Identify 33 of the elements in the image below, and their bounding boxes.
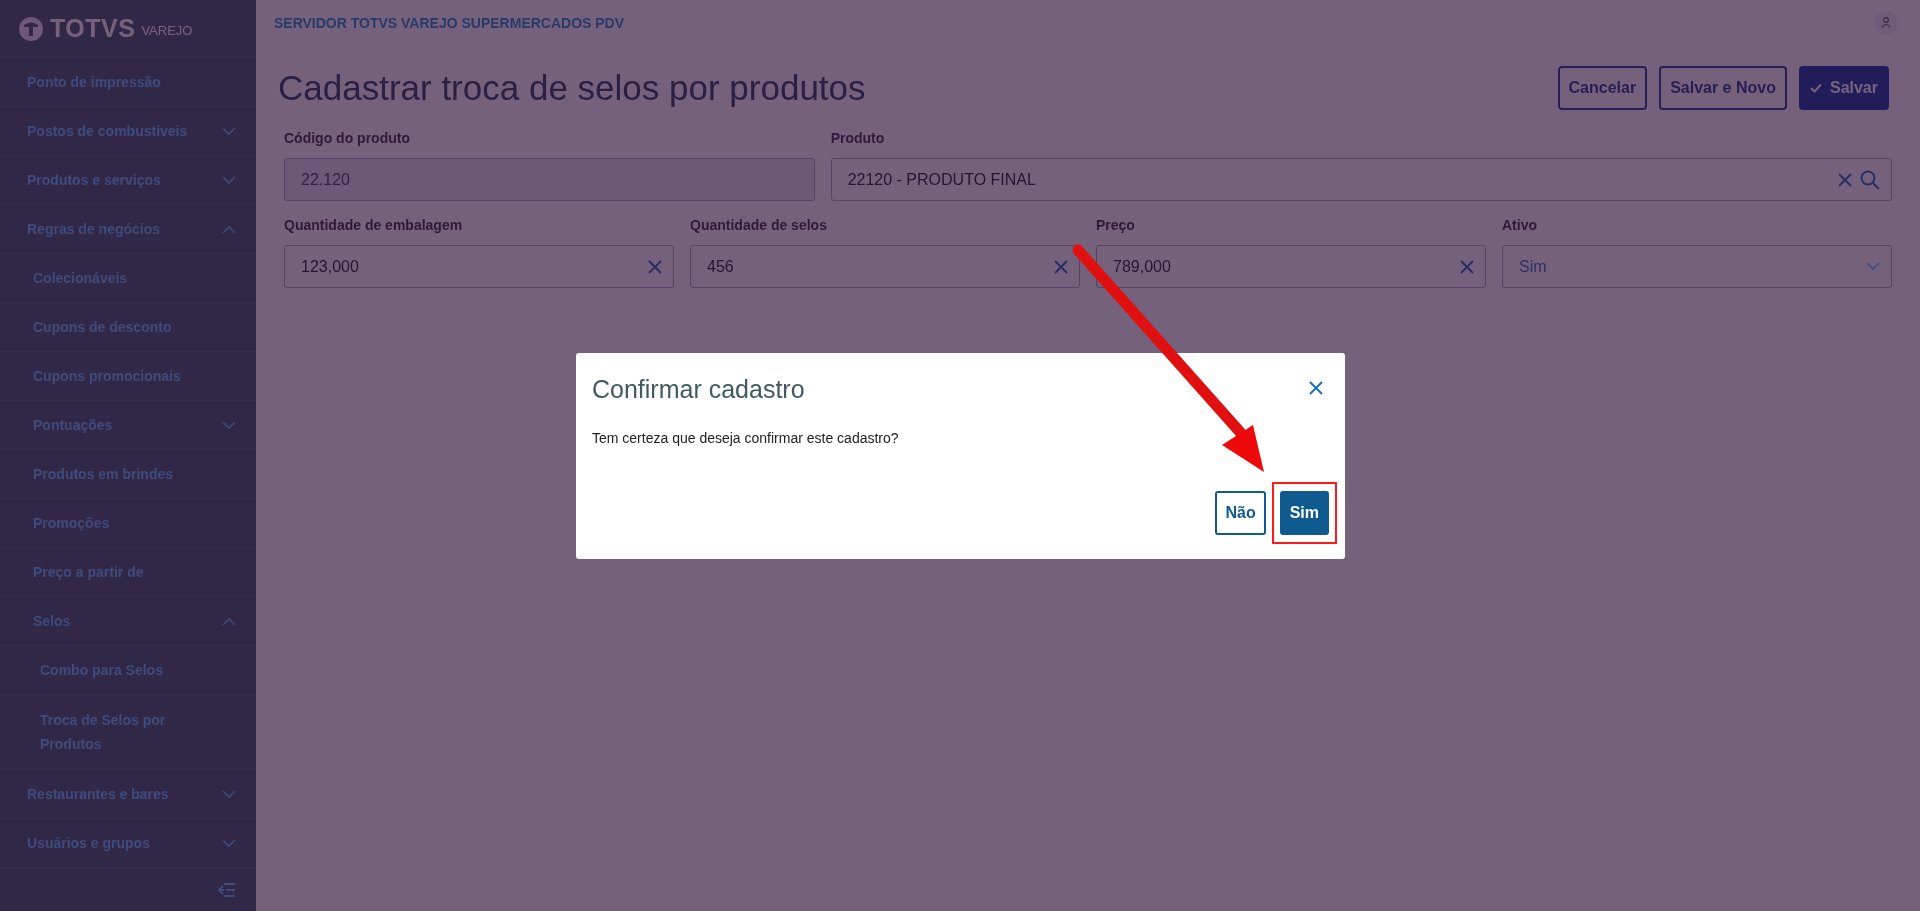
clear-icon[interactable] [1460, 259, 1474, 274]
dialog-message: Tem certeza que deseja confirmar este cadastro? [592, 430, 900, 446]
search-icon[interactable] [1860, 169, 1880, 190]
field-label: Código do produto [284, 130, 411, 146]
check-icon [1809, 82, 1822, 93]
input-field[interactable]: 456 [690, 245, 1080, 288]
dialog-title: Confirmar cadastro [592, 375, 805, 404]
input-field[interactable]: 789,000 [1096, 245, 1486, 288]
page-title: Cadastrar troca de selos por produtos [278, 67, 866, 108]
logo-icon [18, 15, 44, 42]
collapse-menu-icon[interactable] [218, 883, 236, 898]
action-button[interactable]: Cancelar [1557, 65, 1648, 110]
field-label: Produto [830, 130, 886, 146]
clear-icon[interactable] [648, 259, 662, 274]
logo-subtitle: VAREJO [141, 23, 193, 39]
server-name: SERVIDOR TOTVS VAREJO SUPERMERCADOS PDV [274, 14, 625, 31]
close-icon[interactable] [1309, 380, 1323, 395]
select-field[interactable]: Sim [1502, 245, 1892, 288]
input-field[interactable]: 123,000 [284, 245, 674, 288]
action-button[interactable]: Salvar e Novo [1659, 65, 1787, 110]
field-label: Preço [1096, 217, 1136, 233]
dialog-button[interactable]: Não [1215, 491, 1266, 535]
input-field[interactable]: 22120 - PRODUTO FINAL [830, 158, 1892, 201]
save-button[interactable]: Salvar [1798, 65, 1889, 110]
logo-text: TOTVS [50, 14, 136, 44]
clear-icon[interactable] [1054, 259, 1068, 274]
chevron-icon [1866, 262, 1880, 271]
field-label: Quantidade de embalagem [284, 217, 464, 233]
field-label: Ativo [1502, 217, 1538, 233]
user-avatar[interactable] [1874, 10, 1898, 35]
field-label: Quantidade de selos [690, 217, 828, 233]
dialog-button[interactable]: Sim [1279, 491, 1329, 535]
clear-icon[interactable] [1838, 172, 1852, 187]
